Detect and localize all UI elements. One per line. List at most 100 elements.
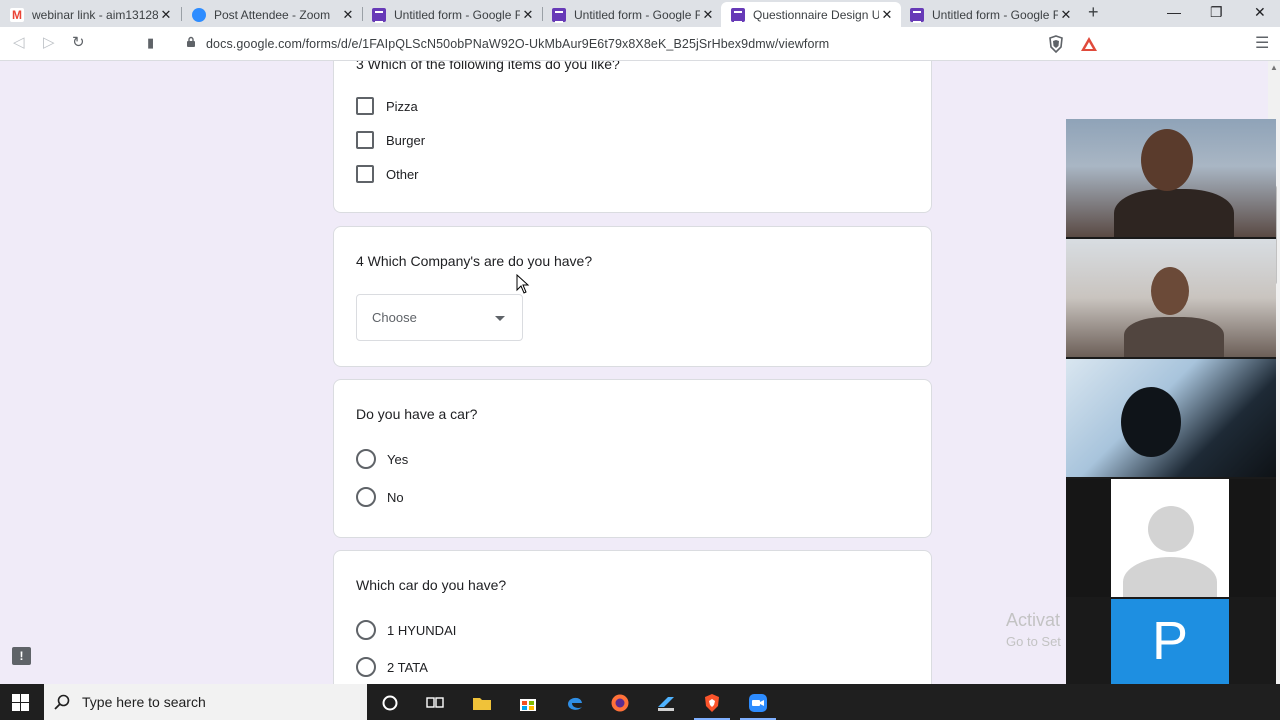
participant-head: [1151, 267, 1189, 315]
search-icon: [54, 694, 70, 710]
avatar-placeholder: [1111, 479, 1229, 597]
file-explorer-icon[interactable]: [472, 693, 492, 713]
google-forms-icon: [372, 7, 386, 23]
windows-activation-watermark-sub: Go to Set: [1006, 634, 1061, 649]
restore-button[interactable]: ❐: [1210, 4, 1223, 21]
address-bar-url[interactable]: docs.google.com/forms/d/e/1FAIpQLScN50ob…: [206, 37, 829, 51]
participant-head: [1121, 387, 1181, 457]
checkbox[interactable]: [356, 97, 374, 115]
gmail-icon: M: [10, 7, 24, 22]
windows-start-icon[interactable]: [12, 694, 29, 711]
avatar-body: [1123, 557, 1217, 597]
mouse-cursor-icon: [516, 274, 530, 294]
new-tab-button[interactable]: +: [1088, 2, 1099, 23]
browser-tab-strip: M webinar link - aim131286 ✕ Post Attend…: [0, 0, 1280, 27]
tab-title: webinar link - aim131286: [32, 7, 158, 22]
hamburger-menu-icon[interactable]: ☰: [1255, 33, 1269, 53]
forward-button[interactable]: ▷: [43, 33, 55, 51]
radio-button[interactable]: [356, 449, 376, 469]
lock-icon[interactable]: [186, 36, 196, 47]
feedback-icon[interactable]: !: [12, 647, 31, 665]
question-card-q3: 3 Which of the following items do you li…: [333, 61, 932, 213]
option-label: No: [387, 489, 404, 505]
participant-video-2[interactable]: [1066, 239, 1276, 357]
option-label: 2 TATA: [387, 659, 428, 675]
minimize-button[interactable]: —: [1167, 4, 1181, 20]
option-label: Other: [386, 166, 419, 182]
tab-title: Post Attendee - Zoom: [214, 7, 331, 22]
zoom-video-gallery: P: [1066, 119, 1276, 717]
tab-questionnaire-design[interactable]: Questionnaire Design Us ✕: [721, 2, 901, 27]
option-label: 1 HYUNDAI: [387, 622, 457, 638]
question-title: 4 Which Company's are do you have?: [356, 253, 593, 269]
radio-option-yes[interactable]: Yes: [356, 449, 408, 469]
brave-rewards-icon[interactable]: [1080, 36, 1098, 52]
avatar-head: [1148, 506, 1194, 552]
reload-button[interactable]: ↻: [72, 33, 85, 51]
browser-toolbar: ◁ ▷ ↻ ▮ docs.google.com/forms/d/e/1FAIpQ…: [0, 27, 1280, 61]
checkbox-option-pizza[interactable]: Pizza: [356, 97, 418, 115]
radio-option-no[interactable]: No: [356, 487, 404, 507]
checkbox-option-burger[interactable]: Burger: [356, 131, 425, 149]
radio-button[interactable]: [356, 657, 376, 677]
participant-video-1[interactable]: [1066, 119, 1276, 237]
brave-shield-icon[interactable]: [1048, 35, 1064, 53]
zoom-app-icon[interactable]: [748, 693, 768, 713]
google-forms-icon: [552, 7, 566, 23]
google-forms-icon: [910, 7, 924, 23]
close-icon[interactable]: ✕: [879, 7, 895, 23]
tab-untitled-form-1[interactable]: Untitled form - Google F ✕: [362, 2, 542, 27]
app-icon[interactable]: [656, 693, 676, 713]
participant-video-4[interactable]: [1066, 479, 1276, 597]
option-label: Burger: [386, 132, 426, 148]
close-icon[interactable]: ✕: [340, 7, 356, 23]
tab-zoom[interactable]: Post Attendee - Zoom ✕: [182, 2, 362, 27]
dropdown-placeholder: Choose: [372, 310, 417, 325]
radio-button[interactable]: [356, 487, 376, 507]
cortana-icon[interactable]: [380, 693, 400, 713]
brave-browser-icon[interactable]: [702, 693, 722, 713]
firefox-icon[interactable]: [610, 693, 630, 713]
question-card-q4: 4 Which Company's are do you have? Choos…: [333, 226, 932, 367]
tab-untitled-form-2[interactable]: Untitled form - Google F ✕: [542, 2, 722, 27]
participant-initial-avatar: P: [1111, 599, 1229, 684]
back-button[interactable]: ◁: [13, 33, 25, 51]
close-icon[interactable]: ✕: [520, 7, 536, 23]
tab-untitled-form-3[interactable]: Untitled form - Google F ✕: [900, 2, 1080, 27]
checkbox[interactable]: [356, 131, 374, 149]
option-label: Pizza: [386, 98, 418, 114]
radio-button[interactable]: [356, 620, 376, 640]
google-forms-icon: [731, 7, 745, 23]
question-title: Which car do you have?: [356, 577, 507, 593]
checkbox-option-other[interactable]: Other: [356, 165, 419, 183]
taskbar-search-box[interactable]: Type here to search: [44, 684, 367, 720]
close-icon[interactable]: ✕: [158, 7, 174, 23]
participant-video-3[interactable]: [1066, 359, 1276, 477]
tab-title: Untitled form - Google F: [574, 7, 700, 22]
question-card-q6: Which car do you have? 1 HYUNDAI 2 TATA: [333, 550, 932, 684]
microsoft-store-icon[interactable]: [518, 693, 538, 713]
chevron-down-icon: [495, 316, 505, 321]
question-card-q5: Do you have a car? Yes No: [333, 379, 932, 538]
tab-gmail[interactable]: M webinar link - aim131286 ✕: [0, 2, 180, 27]
close-icon[interactable]: ✕: [1058, 7, 1074, 23]
participant-body: [1124, 317, 1224, 357]
question-title: Do you have a car?: [356, 406, 478, 422]
edge-icon[interactable]: [565, 693, 585, 713]
participant-head: [1141, 129, 1193, 191]
task-view-icon[interactable]: [425, 693, 445, 713]
checkbox[interactable]: [356, 165, 374, 183]
close-icon[interactable]: ✕: [700, 7, 716, 23]
scroll-up-arrow-icon[interactable]: ▲: [1270, 63, 1278, 72]
participant-body: [1114, 189, 1234, 237]
tab-title: Questionnaire Design Us: [753, 7, 879, 22]
radio-option-tata[interactable]: 2 TATA: [356, 657, 428, 677]
close-window-button[interactable]: ✕: [1254, 4, 1266, 21]
question-title: 3 Which of the following items do you li…: [356, 61, 620, 72]
windows-taskbar: Type here to search: [0, 684, 1280, 720]
company-dropdown[interactable]: Choose: [356, 294, 523, 341]
radio-option-hyundai[interactable]: 1 HYUNDAI: [356, 620, 456, 640]
search-placeholder: Type here to search: [82, 694, 206, 710]
option-label: Yes: [387, 451, 409, 467]
bookmark-icon[interactable]: ▮: [147, 35, 154, 51]
